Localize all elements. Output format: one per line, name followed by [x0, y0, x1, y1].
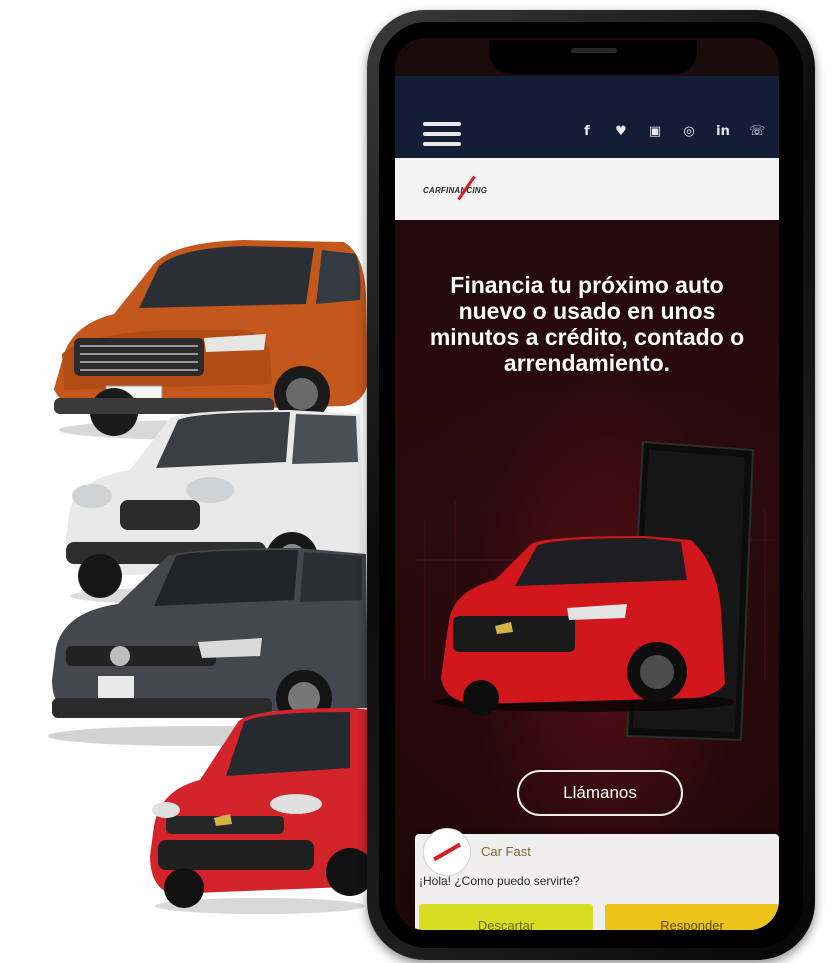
chat-agent-name: Car Fast [481, 844, 531, 859]
twitter-icon[interactable]: ♥ [613, 124, 629, 139]
dismiss-button[interactable]: Descartar [419, 904, 593, 930]
youtube-icon[interactable]: ▣ [647, 124, 663, 139]
call-button[interactable]: Llámanos [517, 770, 683, 816]
phone-mockup: f ♥ ▣ ◎ in ☏ CARFINANCING Financia tu pr… [367, 10, 815, 960]
hero-section: Financia tu próximo auto nuevo o usado e… [395, 220, 779, 930]
social-icons: f ♥ ▣ ◎ in ☏ [579, 124, 765, 139]
whatsapp-icon[interactable]: ☏ [749, 124, 765, 139]
hero-illustration [415, 440, 775, 742]
top-nav-bar: f ♥ ▣ ◎ in ☏ [395, 76, 779, 158]
brand-logo-text: CARFINANCING [423, 185, 488, 195]
reply-button[interactable]: Responder [605, 904, 779, 930]
hamburger-icon[interactable] [423, 122, 461, 146]
chat-avatar [423, 828, 471, 876]
brand-logo[interactable]: CARFINANCING [423, 175, 488, 201]
phone-screen: f ♥ ▣ ◎ in ☏ CARFINANCING Financia tu pr… [395, 38, 779, 930]
chat-widget: Car Fast ¡Hola! ¿Como puedo servirte? De… [415, 828, 779, 930]
logo-bar: CARFINANCING [395, 158, 779, 220]
phone-speaker [571, 48, 617, 53]
red-hatchback-image [150, 706, 372, 916]
hero-title: Financia tu próximo auto nuevo o usado e… [429, 272, 745, 376]
linkedin-icon[interactable]: in [715, 124, 731, 139]
facebook-icon[interactable]: f [579, 124, 595, 139]
phone-notch [489, 40, 697, 74]
instagram-icon[interactable]: ◎ [681, 124, 697, 139]
chat-message: ¡Hola! ¿Como puedo servirte? [419, 874, 580, 888]
